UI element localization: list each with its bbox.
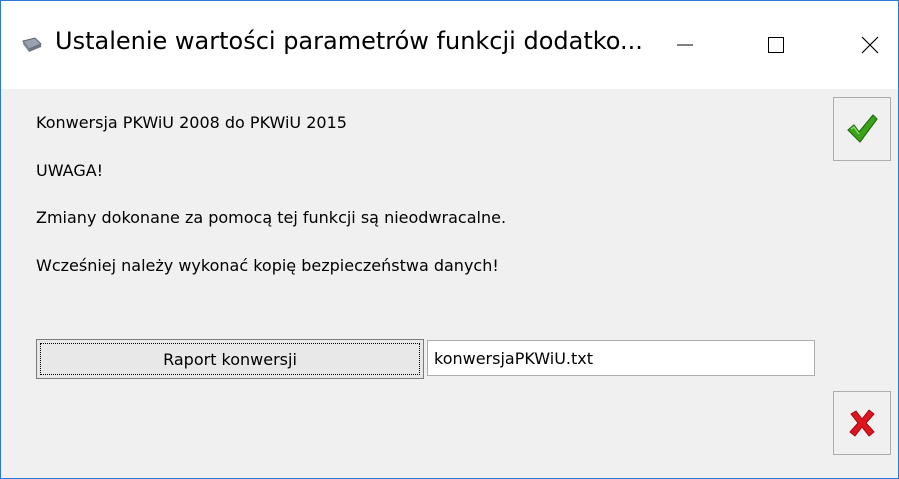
close-button[interactable] [847, 25, 893, 65]
irreversible-warning-text: Zmiany dokonane za pomocą tej funkcji są… [36, 208, 507, 227]
checkmark-icon [847, 114, 878, 143]
report-button[interactable]: Raport konwersji [36, 339, 424, 379]
dialog-window: Ustalenie wartości parametrów funkcji do… [0, 0, 899, 479]
window-title: Ustalenie wartości parametrów funkcji do… [55, 27, 643, 55]
warning-label: UWAGA! [36, 161, 104, 180]
dialog-content: Konwersja PKWiU 2008 do PKWiU 2015 UWAGA… [1, 89, 898, 478]
close-icon [861, 36, 879, 54]
cross-icon [849, 409, 875, 437]
backup-warning-text: Wcześniej należy wykonać kopię bezpiecze… [36, 256, 499, 275]
report-file-input[interactable] [427, 340, 815, 376]
focus-indicator [40, 343, 420, 375]
minimize-button[interactable] [662, 25, 708, 65]
maximize-button[interactable] [753, 25, 799, 65]
maximize-icon [768, 37, 784, 53]
conversion-title-text: Konwersja PKWiU 2008 do PKWiU 2015 [36, 113, 347, 132]
title-bar[interactable]: Ustalenie wartości parametrów funkcji do… [1, 1, 898, 89]
minimize-icon [677, 44, 693, 46]
ok-button[interactable] [833, 97, 891, 161]
gear-icon [21, 35, 43, 53]
cancel-button[interactable] [833, 391, 891, 455]
